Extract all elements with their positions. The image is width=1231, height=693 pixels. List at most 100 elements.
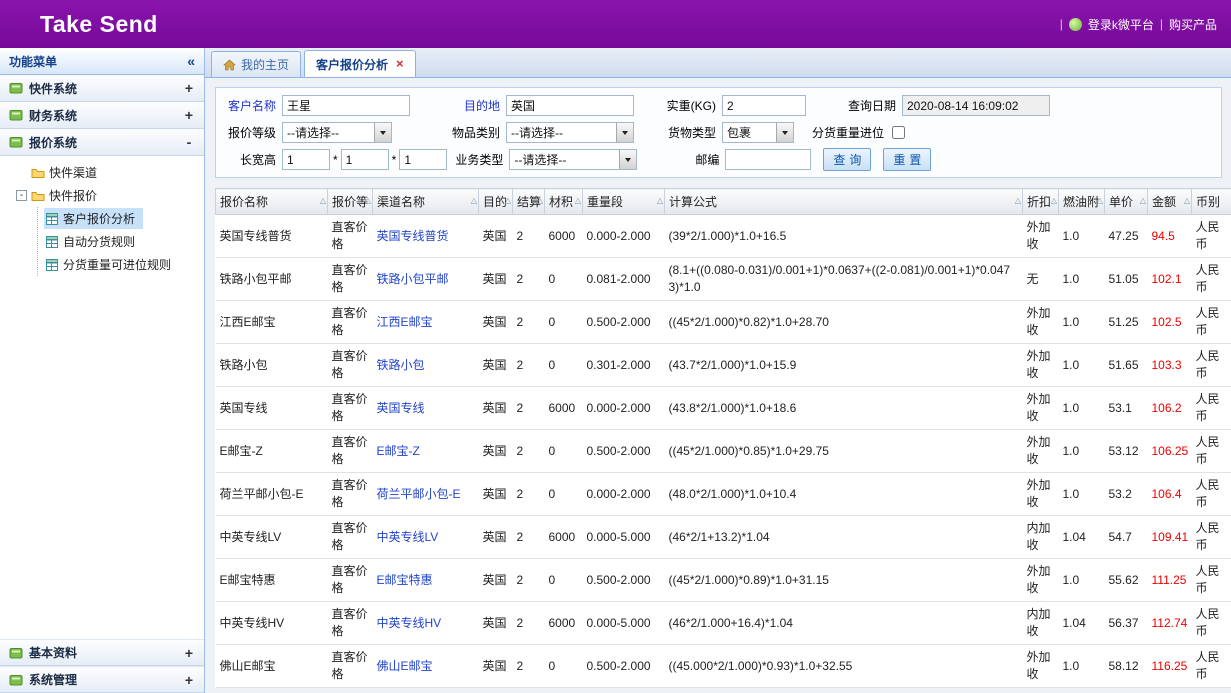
column-header-amount[interactable]: 金额△ — [1148, 189, 1192, 215]
sidebar-section-system-management[interactable]: 系统管理 + — [0, 666, 204, 693]
cargo-type-select[interactable]: 包裹 — [722, 122, 794, 143]
actual-weight-input[interactable] — [722, 95, 806, 116]
channel-link[interactable]: 江西E邮宝 — [377, 315, 433, 329]
collapse-icon-minus[interactable]: - — [183, 134, 195, 150]
channel-link[interactable]: 英国专线 — [377, 401, 425, 415]
table-row[interactable]: 铁路小包直客价格铁路小包英国200.301-2.000(43.7*2/1.000… — [216, 344, 1231, 387]
split-weight-checkbox[interactable] — [892, 126, 905, 139]
cell-quote_level: 直客价格 — [328, 258, 373, 301]
channel-link[interactable]: 中英专线HV — [377, 616, 442, 630]
sort-asc-icon[interactable]: △ — [657, 196, 663, 205]
cell-weight_range: 0.500-2.000 — [583, 645, 665, 688]
table-row[interactable]: 荷兰平邮小包-E直客价格荷兰平邮小包-E英国200.000-2.000(48.0… — [216, 473, 1231, 516]
item-category-select[interactable]: --请选择-- — [506, 122, 634, 143]
column-header-discount[interactable]: 折扣△ — [1023, 189, 1059, 215]
sort-asc-icon[interactable]: △ — [1051, 196, 1057, 205]
channel-link[interactable]: 佛山E邮宝 — [377, 659, 433, 673]
table-row[interactable]: 佛山E邮宝直客价格佛山E邮宝英国200.500-2.000((45.000*2/… — [216, 645, 1231, 688]
sort-asc-icon[interactable]: △ — [537, 196, 543, 205]
sidebar-item-express-channel[interactable]: 快件渠道 — [0, 161, 204, 184]
table-row[interactable]: E邮宝-Z直客价格E邮宝-Z英国200.500-2.000((45*2/1.00… — [216, 430, 1231, 473]
table-row[interactable]: 江西E邮宝直客价格江西E邮宝英国200.500-2.000((45*2/1.00… — [216, 301, 1231, 344]
channel-link[interactable]: E邮宝-Z — [377, 444, 420, 458]
table-row[interactable]: 中英专线LV直客价格中英专线LV英国260000.000-5.000(46*2/… — [216, 516, 1231, 559]
sidebar-section-express-system[interactable]: 快件系统 + — [0, 75, 204, 102]
sort-asc-icon[interactable]: △ — [505, 196, 511, 205]
cell-channel_name: 英国专线普货 — [373, 215, 479, 258]
table-row[interactable]: 英国专线普货直客价格英国专线普货英国260000.000-2.000(39*2/… — [216, 215, 1231, 258]
reset-button[interactable]: 重置 — [883, 148, 931, 171]
channel-link[interactable]: E邮宝特惠 — [377, 573, 433, 587]
column-header-quote_name[interactable]: 报价名称△ — [216, 189, 328, 215]
sort-asc-icon[interactable]: △ — [1097, 196, 1103, 205]
sort-asc-icon[interactable]: △ — [471, 196, 477, 205]
table-row[interactable]: 中英专线HV直客价格中英专线HV英国260000.000-5.000(46*2/… — [216, 602, 1231, 645]
expand-icon[interactable]: + — [183, 107, 195, 123]
column-header-volume[interactable]: 材积△ — [545, 189, 583, 215]
results-table-wrap: 报价名称△报价等△渠道名称△目的△结算△材积△重量段△计算公式△折扣△燃油附△单… — [215, 188, 1231, 688]
destination-input[interactable] — [506, 95, 634, 116]
sidebar-item-auto-split-rules[interactable]: 自动分货规则 — [38, 230, 204, 253]
column-header-channel_name[interactable]: 渠道名称△ — [373, 189, 479, 215]
column-header-currency[interactable]: 币别 — [1192, 189, 1231, 215]
column-header-quote_level[interactable]: 报价等△ — [328, 189, 373, 215]
channel-link[interactable]: 荷兰平邮小包-E — [377, 487, 461, 501]
channel-link[interactable]: 英国专线普货 — [377, 229, 449, 243]
sidebar-item-express-quote[interactable]: 快件报价 — [0, 184, 204, 207]
buy-products-link[interactable]: 购买产品 — [1169, 16, 1217, 33]
column-header-settle[interactable]: 结算△ — [513, 189, 545, 215]
sort-asc-icon[interactable]: △ — [575, 196, 581, 205]
column-header-unit_price[interactable]: 单价△ — [1105, 189, 1148, 215]
postcode-input[interactable] — [725, 149, 811, 170]
cell-discount: 外加收 — [1023, 344, 1059, 387]
collapse-sidebar-icon[interactable] — [187, 53, 195, 69]
channel-link[interactable]: 铁路小包平邮 — [377, 272, 449, 286]
table-row[interactable]: 铁路小包平邮直客价格铁路小包平邮英国200.081-2.000(8.1+((0.… — [216, 258, 1231, 301]
expand-icon[interactable]: + — [183, 645, 195, 661]
table-row[interactable]: E邮宝特惠直客价格E邮宝特惠英国200.500-2.000((45*2/1.00… — [216, 559, 1231, 602]
section-label: 快件系统 — [29, 80, 177, 97]
business-type-select[interactable]: --请选择-- — [509, 149, 637, 170]
customer-name-input[interactable] — [282, 95, 410, 116]
cell-discount: 无 — [1023, 258, 1059, 301]
cell-channel_name: 英国专线 — [373, 387, 479, 430]
expand-icon[interactable]: + — [183, 80, 195, 96]
channel-link[interactable]: 中英专线LV — [377, 530, 439, 544]
top-links: | 登录k微平台 | 购买产品 — [1060, 16, 1217, 33]
table-row[interactable]: 英国专线直客价格英国专线英国260000.000-2.000(43.8*2/1.… — [216, 387, 1231, 430]
postcode-label: 邮编 — [637, 151, 725, 168]
tab-home[interactable]: 我的主页 — [211, 51, 301, 77]
cell-fuel: 1.0 — [1059, 387, 1105, 430]
sidebar-section-finance-system[interactable]: 财务系统 + — [0, 102, 204, 129]
login-link[interactable]: 登录k微平台 — [1088, 16, 1154, 33]
cell-settle: 2 — [513, 430, 545, 473]
sort-asc-icon[interactable]: △ — [320, 196, 326, 205]
tree-collapse-icon[interactable] — [16, 190, 27, 201]
sidebar-section-quote-system[interactable]: 报价系统 - — [0, 129, 204, 156]
quote-level-select[interactable]: --请选择-- — [282, 122, 392, 143]
sort-asc-icon[interactable]: △ — [1015, 196, 1021, 205]
channel-link[interactable]: 铁路小包 — [377, 358, 425, 372]
width-input[interactable] — [341, 149, 389, 170]
column-header-fuel[interactable]: 燃油附△ — [1059, 189, 1105, 215]
query-date-input[interactable] — [902, 95, 1050, 116]
cell-fuel: 1.0 — [1059, 559, 1105, 602]
sidebar-section-basic-data[interactable]: 基本资料 + — [0, 639, 204, 666]
close-tab-icon[interactable] — [396, 59, 404, 69]
column-header-formula[interactable]: 计算公式△ — [665, 189, 1023, 215]
column-header-destination[interactable]: 目的△ — [479, 189, 513, 215]
sort-asc-icon[interactable]: △ — [365, 196, 371, 205]
column-header-weight_range[interactable]: 重量段△ — [583, 189, 665, 215]
cell-unit_price: 56.37 — [1105, 602, 1148, 645]
sidebar-item-split-weight-carry-rules[interactable]: 分货重量可进位规则 — [38, 253, 204, 276]
module-icon — [9, 108, 23, 122]
tab-customer-quote-analysis[interactable]: 客户报价分析 — [304, 50, 416, 77]
sort-asc-icon[interactable]: △ — [1184, 196, 1190, 205]
length-input[interactable] — [282, 149, 330, 170]
height-input[interactable] — [399, 149, 447, 170]
expand-icon[interactable]: + — [183, 672, 195, 688]
sidebar-item-customer-quote-analysis[interactable]: 客户报价分析 — [38, 207, 204, 230]
sort-asc-icon[interactable]: △ — [1140, 196, 1146, 205]
actual-weight-label: 实重(KG) — [634, 97, 722, 114]
search-button[interactable]: 查询 — [823, 148, 871, 171]
